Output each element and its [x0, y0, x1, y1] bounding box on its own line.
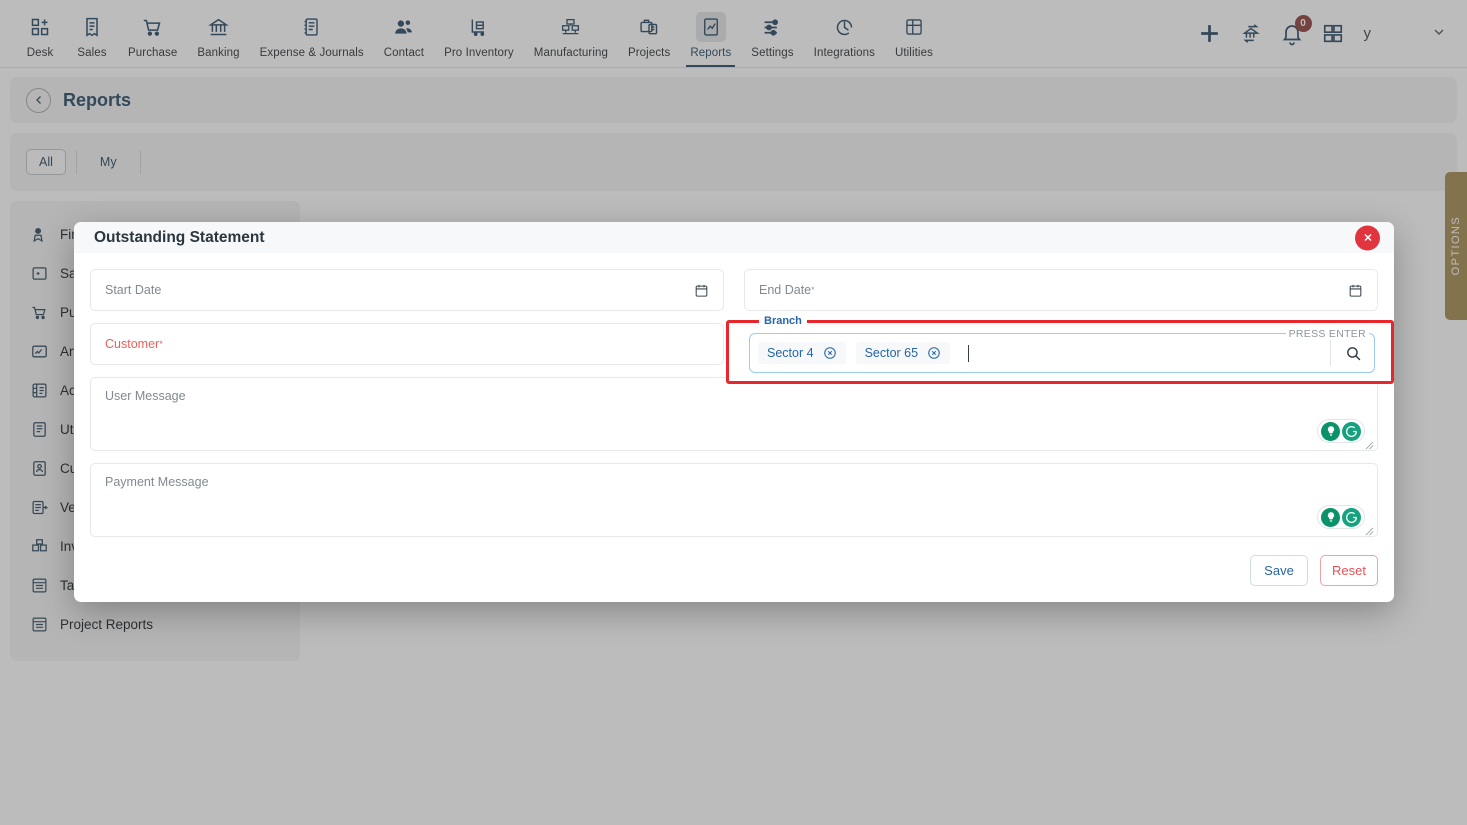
grammarly-logo-icon[interactable]	[1342, 508, 1361, 527]
end-date-placeholder: End Date	[759, 283, 811, 297]
end-date-required-mark: *	[811, 285, 815, 295]
calendar-icon[interactable]	[694, 283, 709, 298]
grammarly-widget[interactable]	[1317, 505, 1365, 529]
start-date-placeholder: Start Date	[105, 283, 161, 297]
payment-message-placeholder: Payment Message	[105, 475, 209, 489]
date-row: Start Date End Date *	[90, 269, 1378, 323]
resize-handle-icon[interactable]	[1365, 525, 1374, 534]
user-message-placeholder: User Message	[105, 389, 186, 403]
press-enter-hint: PRESS ENTER	[1286, 328, 1369, 340]
user-message-textarea[interactable]: User Message	[90, 377, 1378, 451]
customer-field[interactable]: Customer *	[90, 323, 724, 365]
modal-overlay: Outstanding Statement Start Date	[0, 0, 1467, 825]
reset-button[interactable]: Reset	[1320, 555, 1378, 586]
grammarly-logo-icon[interactable]	[1342, 422, 1361, 441]
text-cursor	[968, 345, 969, 362]
dialog-header: Outstanding Statement	[74, 222, 1394, 253]
resize-handle-icon[interactable]	[1365, 439, 1374, 448]
end-date-column: End Date *	[744, 269, 1378, 323]
branch-chip-label: Sector 4	[767, 346, 814, 360]
lightbulb-icon[interactable]	[1321, 422, 1340, 441]
close-icon[interactable]	[1355, 225, 1380, 250]
dialog-body: Start Date End Date *	[74, 253, 1394, 549]
dialog-title: Outstanding Statement	[94, 229, 265, 247]
remove-chip-icon[interactable]	[927, 346, 941, 360]
remove-chip-icon[interactable]	[823, 346, 837, 360]
outstanding-statement-dialog: Outstanding Statement Start Date	[74, 222, 1394, 602]
customer-required-mark: *	[159, 339, 163, 349]
branch-field-label: Branch	[759, 315, 807, 327]
dialog-footer: Save Reset	[74, 549, 1394, 602]
branch-multiselect-input[interactable]: Sector 4 Sector 65	[749, 333, 1375, 373]
branch-chip: Sector 4	[758, 342, 846, 364]
customer-column: Customer *	[90, 323, 724, 377]
save-button[interactable]: Save	[1250, 555, 1308, 586]
customer-placeholder: Customer	[105, 337, 159, 351]
branch-chip: Sector 65	[856, 342, 951, 364]
lightbulb-icon[interactable]	[1321, 508, 1340, 527]
branch-chip-label: Sector 65	[865, 346, 919, 360]
end-date-field[interactable]: End Date *	[744, 269, 1378, 311]
calendar-icon[interactable]	[1348, 283, 1363, 298]
start-date-field[interactable]: Start Date	[90, 269, 724, 311]
branch-search-separator	[1330, 340, 1368, 366]
start-date-column: Start Date	[90, 269, 724, 323]
grammarly-widget[interactable]	[1317, 419, 1365, 443]
branch-field-highlight: Branch PRESS ENTER Sector 4 Sector 65	[726, 320, 1394, 384]
payment-message-textarea[interactable]: Payment Message	[90, 463, 1378, 537]
search-icon[interactable]	[1345, 345, 1362, 362]
